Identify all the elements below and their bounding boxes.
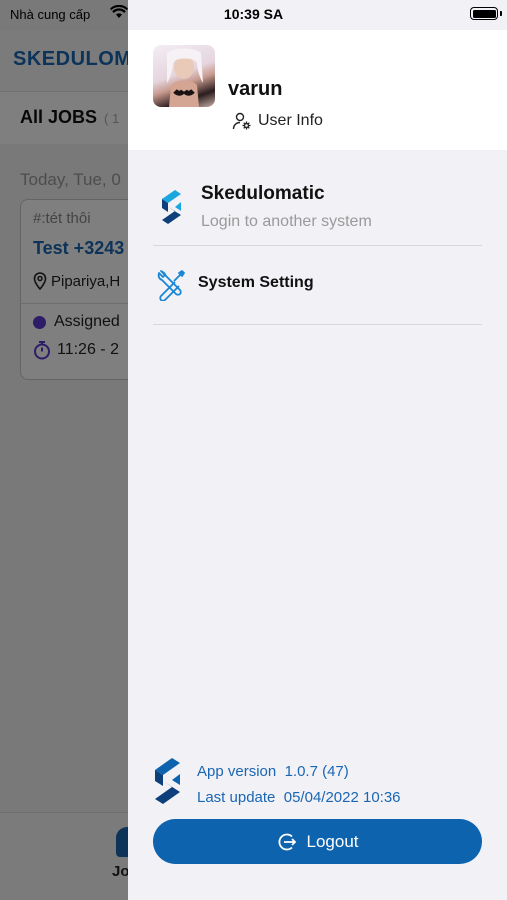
menu-item-title: Skedulomatic [201, 183, 325, 204]
app-logo-icon [155, 758, 180, 804]
menu-item-title: System Setting [198, 274, 314, 291]
user-gear-icon [232, 112, 251, 130]
status-time: 10:39 SA [223, 6, 284, 22]
menu-item-subtitle: Login to another system [201, 213, 372, 230]
last-update-value: 05/04/2022 10:36 [283, 789, 401, 806]
tools-icon [157, 270, 185, 301]
app-version-value: 1.0.7 (47) [284, 763, 349, 780]
side-drawer: 10:39 SA varun User Info Skedulomatic Lo… [128, 0, 507, 900]
battery-icon [470, 7, 498, 20]
user-name: varun [228, 78, 283, 100]
menu-item-skedulomatic[interactable]: Skedulomatic Login to another system [153, 180, 483, 244]
app-version: App version 1.0.7 (47) [197, 763, 349, 780]
battery-tip [500, 11, 502, 16]
last-update-label: Last update [197, 789, 276, 806]
user-info-label: User Info [258, 112, 323, 129]
skedulomatic-logo-icon [162, 190, 181, 224]
menu-divider [153, 245, 482, 246]
app-version-label: App version [197, 763, 277, 780]
avatar[interactable] [153, 45, 215, 107]
menu-item-system-setting[interactable]: System Setting [153, 266, 483, 306]
menu-divider [153, 324, 482, 325]
user-info-link[interactable]: User Info [232, 111, 323, 131]
logout-button[interactable]: Logout [153, 819, 482, 864]
logout-icon [278, 833, 296, 850]
logout-label: Logout [306, 831, 359, 851]
last-update: Last update 05/04/2022 10:36 [197, 789, 401, 806]
